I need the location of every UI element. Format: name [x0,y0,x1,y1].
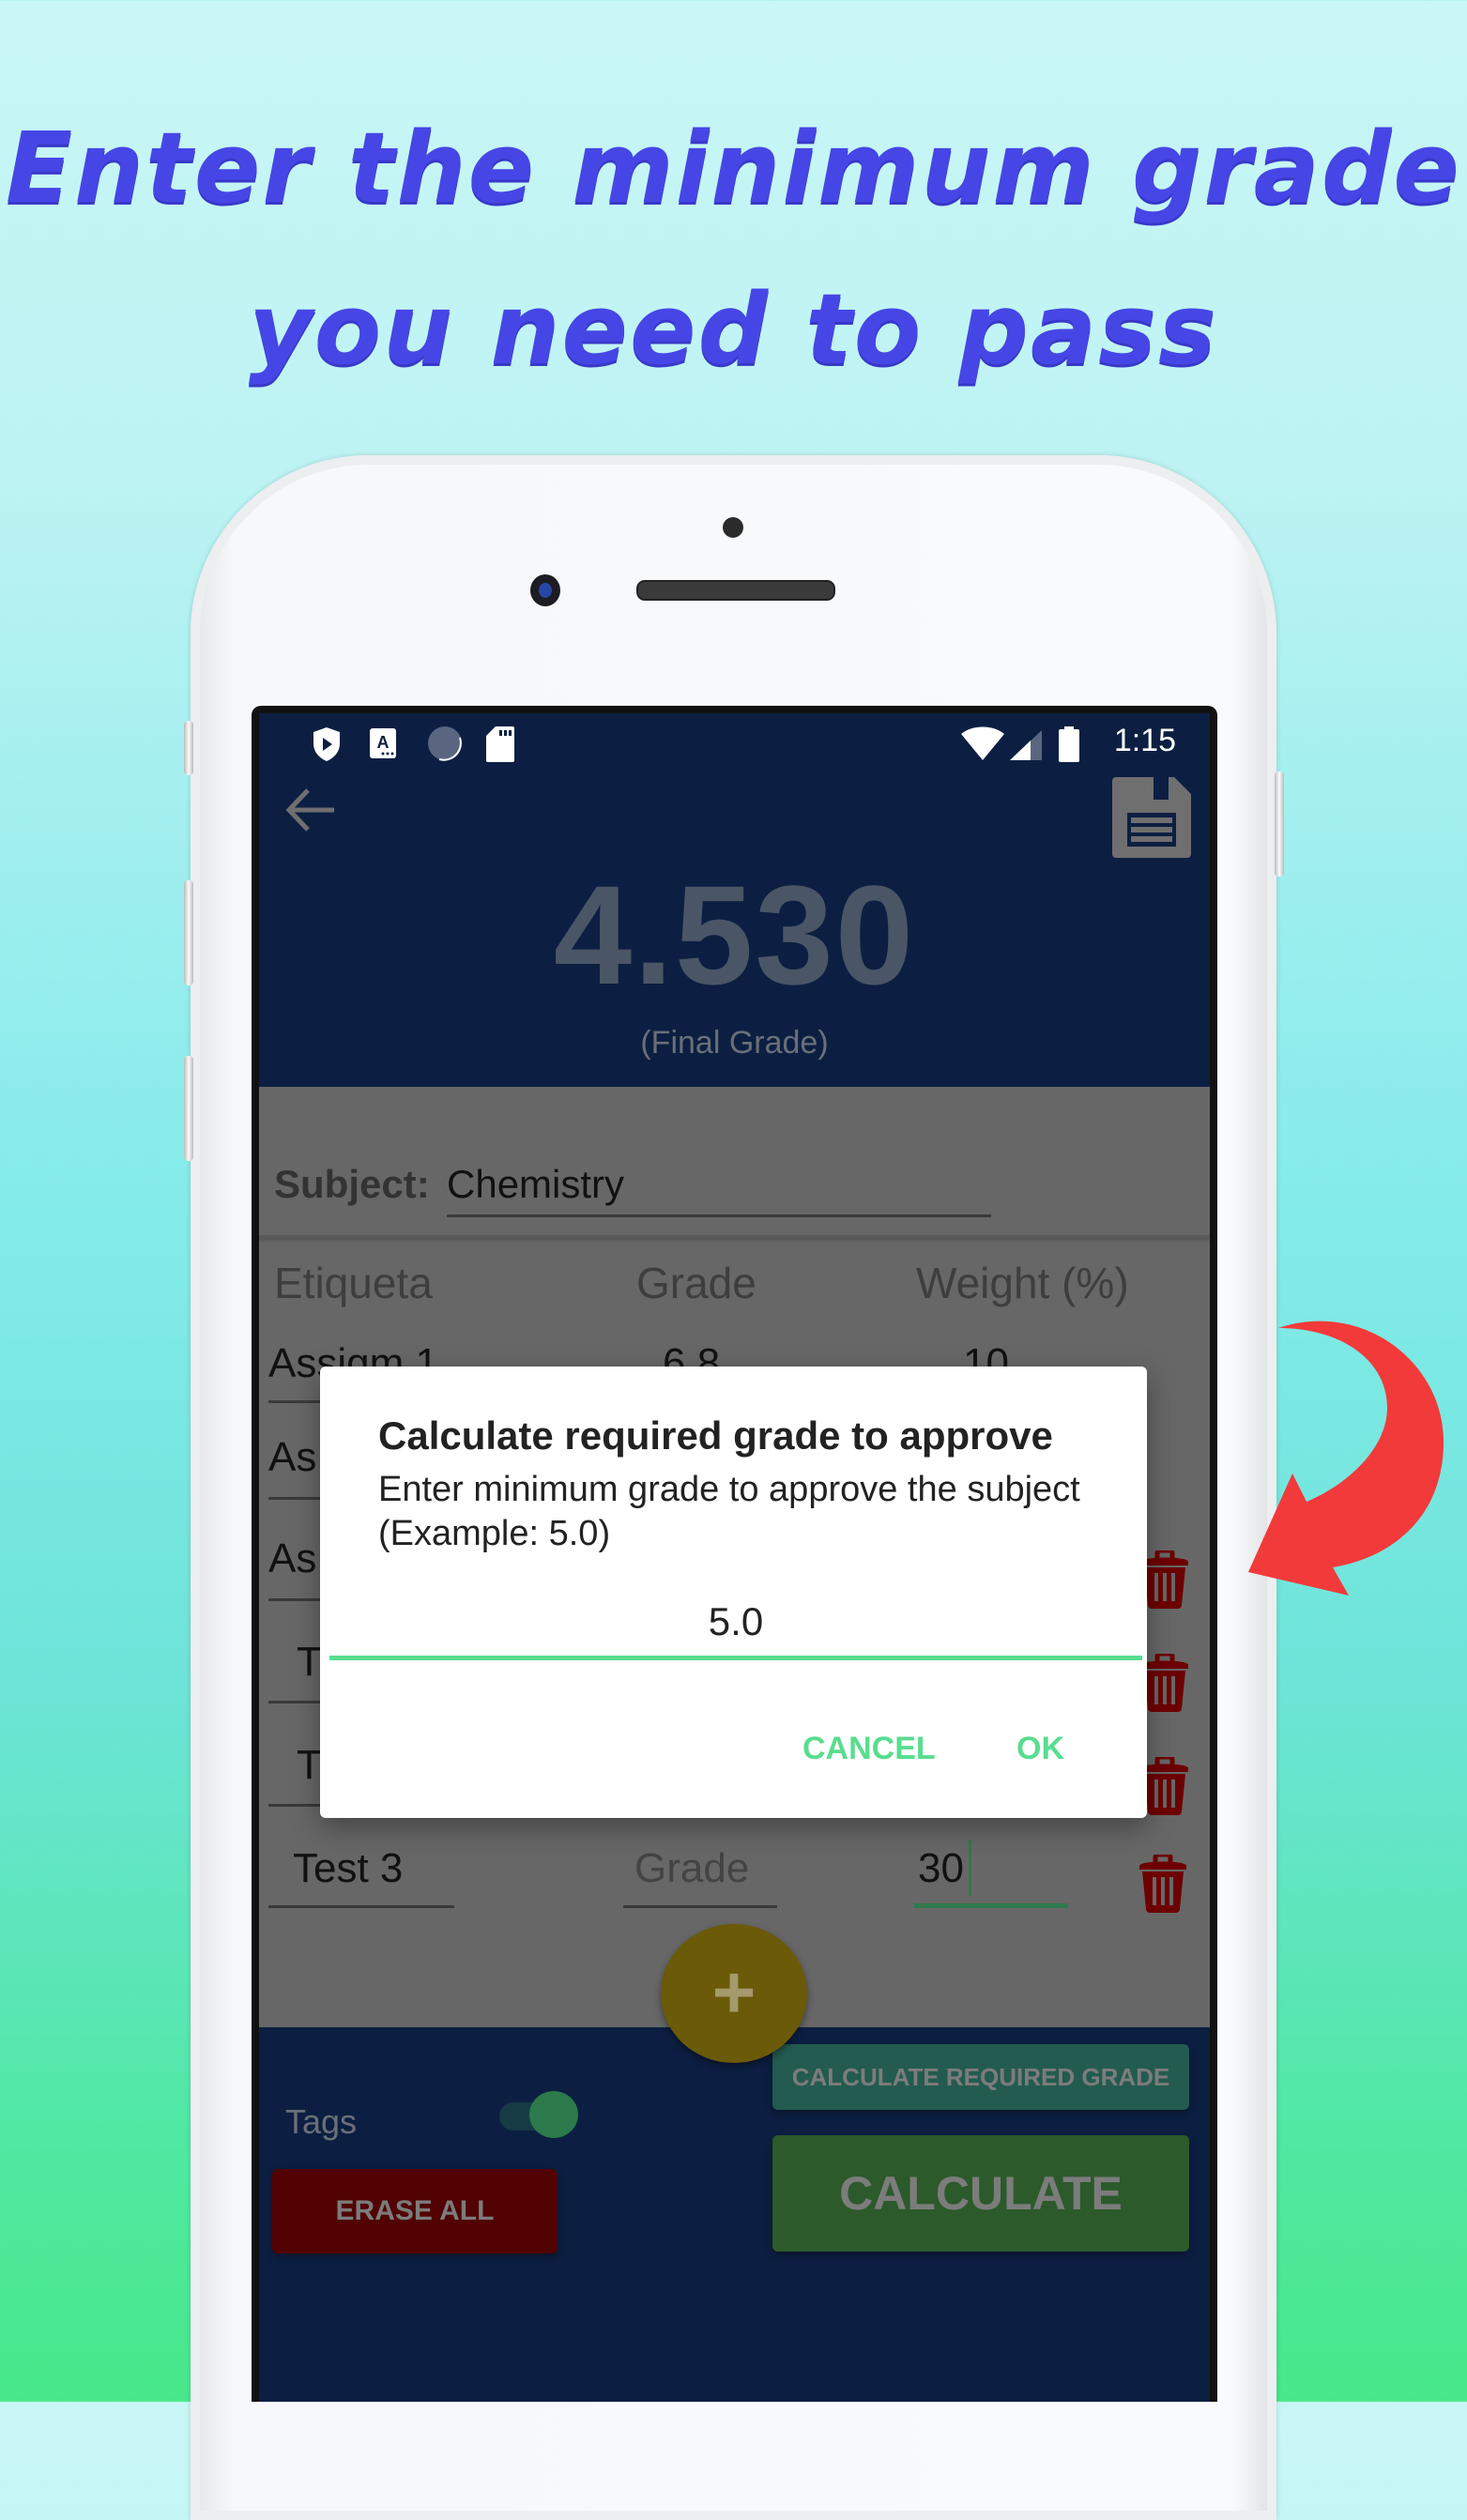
final-grade-label: (Final Grade) [640,1025,829,1061]
row-6-grade-underline [623,1905,777,1908]
play-protect-icon [313,727,340,761]
cancel-button[interactable]: CANCEL [802,1731,936,1767]
dialog-message: Enter minimum grade to approve the subje… [378,1470,1080,1553]
column-header-label: Etiqueta [274,1259,433,1307]
column-header-weight: Weight (%) [916,1259,1129,1307]
status-bar: A 1:15 [259,713,1210,768]
row-6-weight-input[interactable]: 30 [918,1845,964,1892]
tags-toggle[interactable] [499,2091,578,2138]
back-button[interactable] [283,787,340,843]
phone-power-button [1275,771,1284,877]
text-cursor [969,1840,971,1896]
row-6-weight-underline-focused [914,1903,1068,1908]
earpiece-speaker [636,580,835,601]
wifi-icon [961,726,1004,760]
floppy-save-icon [1112,777,1191,858]
battery-icon [1059,726,1079,762]
add-row-button[interactable]: + [661,1924,807,2063]
delete-row-4-trash-icon[interactable] [1139,1654,1190,1712]
subject-label: Subject: [274,1162,430,1206]
toggle-knob [529,2091,578,2138]
section-divider [259,1235,1210,1238]
delete-row-3-trash-icon[interactable] [1139,1550,1190,1609]
status-time: 1:15 [1113,723,1176,758]
calculate-button[interactable]: CALCULATE [772,2135,1189,2252]
dialog-title: Calculate required grade to approve [378,1413,1053,1458]
sd-card-icon [486,726,514,762]
front-camera-icon [530,574,560,606]
row-3-label-input[interactable]: As [268,1535,316,1582]
required-grade-dialog: Calculate required grade to approve Ente… [320,1367,1147,1818]
row-5-label-input[interactable]: T [297,1742,322,1789]
subject-row: Subject: Chemistry [274,1162,991,1217]
erase-all-button[interactable]: ERASE ALL [272,2169,558,2253]
tags-label: Tags [285,2102,358,2141]
save-button[interactable] [1112,777,1191,858]
row-4-label-input[interactable]: T [297,1639,322,1686]
delete-row-6-trash-icon[interactable] [1138,1855,1188,1913]
ok-button[interactable]: OK [1016,1731,1064,1767]
red-curved-arrow-icon [1248,1321,1444,1596]
phone-volume-up-button [184,880,193,985]
row-2-label-input[interactable]: As [268,1434,316,1481]
keyboard-a-icon: A [370,728,396,758]
proximity-sensor [723,517,743,538]
row-6-label-underline [268,1905,454,1908]
row-6-grade-input[interactable]: Grade [634,1845,749,1892]
arrow-back-icon [285,788,334,832]
loading-circle-icon [428,726,462,761]
headline-line-2: you need to pass [248,272,1219,387]
phone-side-button [184,721,193,775]
delete-row-5-trash-icon[interactable] [1139,1757,1190,1815]
phone-volume-down-button [184,1056,193,1161]
calculate-required-grade-button[interactable]: CALCULATE REQUIRED GRADE [772,2044,1189,2110]
final-grade-value: 4.530 [553,856,916,1014]
cell-signal-icon [1010,730,1042,760]
minimum-grade-input[interactable] [329,1588,1142,1660]
svg-text:A: A [377,733,390,752]
column-header-grade: Grade [636,1259,756,1307]
headline-line-1: Enter the minimum grade [6,111,1461,225]
row-6-label-input[interactable]: Test 3 [293,1845,403,1892]
subject-input[interactable]: Chemistry [447,1162,991,1217]
